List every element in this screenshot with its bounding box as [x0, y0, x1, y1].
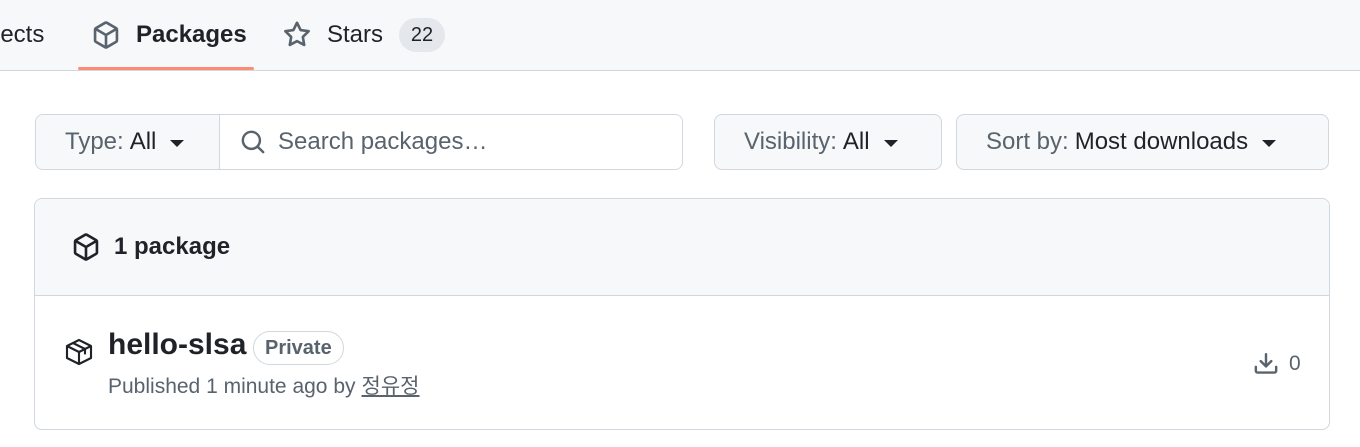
star-icon [284, 21, 310, 47]
search-box [220, 115, 682, 169]
packages-list-box: 1 package hello-slsa Private Published 1… [34, 198, 1330, 430]
caret-down-icon [883, 140, 898, 147]
downloads-value: 0 [1289, 352, 1301, 375]
visibility-filter-prefix: Visibility: [744, 128, 837, 155]
type-filter-button[interactable]: Type: All [36, 115, 220, 169]
tab-packages-label: Packages [136, 21, 247, 48]
published-text: Published 1 minute ago by [108, 375, 356, 398]
caret-down-icon [170, 140, 185, 147]
packages-count-title: 1 package [114, 233, 231, 260]
caret-down-icon [1262, 140, 1277, 147]
packages-list-header: 1 package [35, 199, 1329, 296]
package-icon [65, 338, 93, 366]
sort-value: Most downloads [1074, 128, 1249, 155]
package-icon [93, 21, 119, 49]
sort-button[interactable]: Sort by: Most downloads [956, 114, 1329, 170]
sort-prefix: Sort by: [986, 128, 1069, 155]
downloads-count: 0 [1253, 351, 1301, 377]
type-search-group: Type: All [35, 114, 683, 170]
download-icon [1254, 353, 1278, 374]
visibility-filter-button[interactable]: Visibility: All [714, 114, 942, 170]
search-icon [241, 130, 265, 154]
tab-active-underline [78, 67, 254, 70]
list-item: hello-slsa Private Published 1 minute ag… [35, 296, 1329, 429]
visibility-badge: Private [253, 331, 344, 365]
search-packages-input[interactable] [278, 128, 658, 156]
tab-stars-label: Stars [327, 21, 384, 48]
type-filter-prefix: Type: [65, 128, 124, 155]
visibility-filter-value: All [842, 128, 870, 155]
stars-counter: 22 [399, 18, 446, 52]
type-filter-value: All [129, 128, 157, 155]
package-meta: Published 1 minute ago by 정유정 [108, 370, 419, 400]
tab-packages[interactable]: Packages [78, 0, 254, 70]
tab-nav: jects Packages Stars 22 [0, 0, 1360, 71]
tab-stars[interactable]: Stars 22 [283, 0, 446, 70]
package-icon [73, 233, 99, 261]
package-name-link[interactable]: hello-slsa [108, 328, 246, 362]
tab-projects-label: jects [0, 21, 45, 48]
author-link[interactable]: 정유정 [362, 375, 420, 398]
tab-projects[interactable]: jects [0, 0, 44, 70]
